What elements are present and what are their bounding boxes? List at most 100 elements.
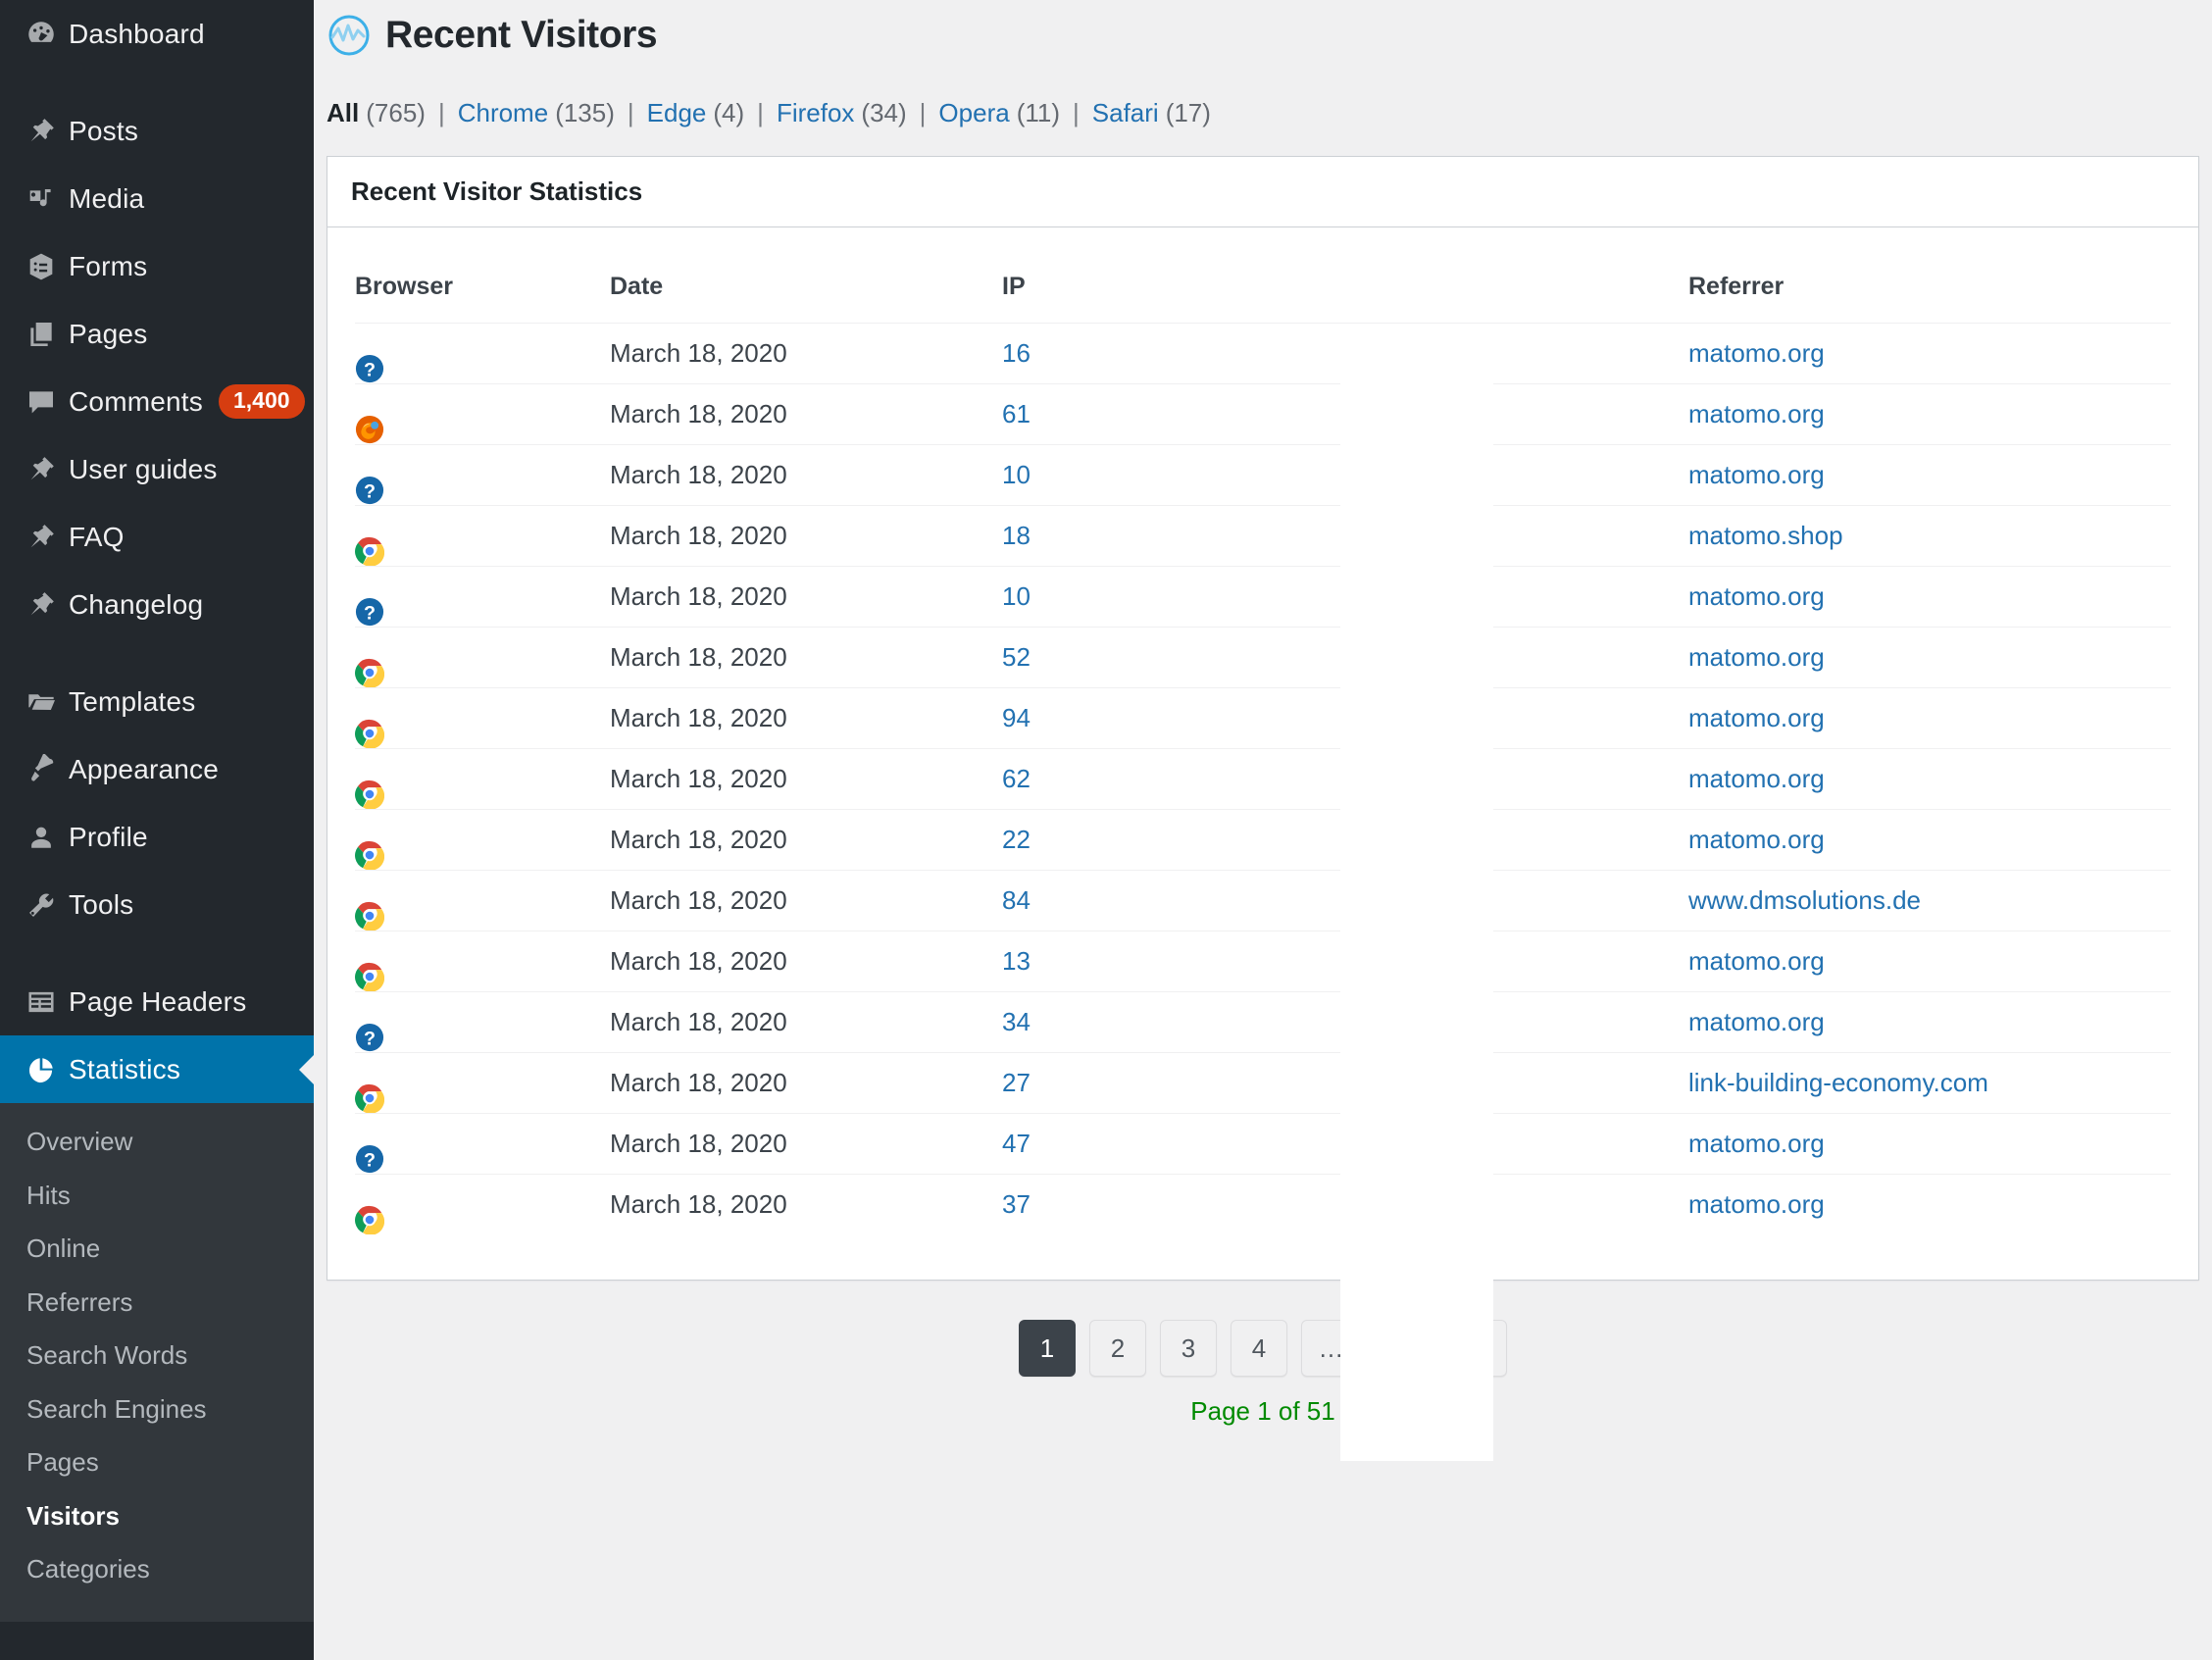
- sidebar-item-page-headers[interactable]: Page Headers: [0, 968, 314, 1035]
- sidebar-item-faq[interactable]: FAQ: [0, 503, 314, 571]
- filter-count: (4): [713, 98, 745, 127]
- filter-label[interactable]: Edge: [647, 98, 707, 127]
- pagination-page-3[interactable]: 3: [1160, 1320, 1217, 1377]
- sidebar-item-templates[interactable]: Templates: [0, 668, 314, 735]
- cell-ip: 37: [1002, 1174, 1375, 1234]
- referrer-link[interactable]: matomo.org: [1688, 460, 1825, 489]
- cell-browser: ?: [355, 444, 610, 506]
- ip-link[interactable]: 10: [1002, 460, 1031, 489]
- filter-chrome[interactable]: Chrome (135): [458, 98, 615, 128]
- ip-link[interactable]: 18: [1002, 521, 1031, 550]
- table-row: March 18, 2020 22 matomo.org: [355, 809, 2171, 871]
- submenu-item-categories[interactable]: Categories: [0, 1542, 314, 1596]
- referrer-link[interactable]: matomo.org: [1688, 399, 1825, 428]
- submenu-item-search-engines[interactable]: Search Engines: [0, 1383, 314, 1436]
- cell-browser: [355, 1052, 610, 1114]
- sidebar-item-posts[interactable]: Posts: [0, 97, 314, 165]
- sidebar-item-dashboard[interactable]: Dashboard: [0, 0, 314, 68]
- svg-text:?: ?: [364, 360, 376, 381]
- cell-referrer: matomo.org: [1688, 748, 2171, 810]
- referrer-link[interactable]: matomo.org: [1688, 642, 1825, 672]
- filter-label[interactable]: Opera: [938, 98, 1009, 127]
- submenu-item-search-words[interactable]: Search Words: [0, 1329, 314, 1383]
- sidebar-item-label: Comments: [69, 385, 203, 417]
- submenu-item-visitors[interactable]: Visitors: [0, 1489, 314, 1543]
- pagination-page-next[interactable]: »: [1450, 1320, 1507, 1377]
- referrer-link[interactable]: www.dmsolutions.de: [1688, 885, 1921, 915]
- filter-firefox[interactable]: Firefox (34): [777, 98, 907, 128]
- referrer-link[interactable]: matomo.shop: [1688, 521, 1843, 550]
- ip-link[interactable]: 16: [1002, 338, 1031, 368]
- ip-link[interactable]: 10: [1002, 581, 1031, 611]
- cell-ip: 10: [1002, 444, 1375, 506]
- ip-link[interactable]: 37: [1002, 1189, 1031, 1219]
- referrer-link[interactable]: matomo.org: [1688, 825, 1825, 854]
- referrer-link[interactable]: matomo.org: [1688, 581, 1825, 611]
- sidebar-item-changelog[interactable]: Changelog: [0, 571, 314, 638]
- referrer-link[interactable]: matomo.org: [1688, 338, 1825, 368]
- ip-link[interactable]: 34: [1002, 1007, 1031, 1036]
- referrer-link[interactable]: link-building-economy.com: [1688, 1068, 1988, 1097]
- ip-link[interactable]: 62: [1002, 764, 1031, 793]
- sidebar-item-statistics[interactable]: Statistics: [0, 1035, 314, 1103]
- filter-divider: |: [437, 98, 445, 127]
- filter-safari[interactable]: Safari (17): [1092, 98, 1211, 128]
- cell-date: March 18, 2020: [610, 991, 1002, 1053]
- sidebar-item-appearance[interactable]: Appearance: [0, 735, 314, 803]
- browser-filter-links: All (765) | Chrome (135) | Edge (4) | Firefox (34)…: [327, 98, 2212, 128]
- sidebar-item-forms[interactable]: Forms: [0, 232, 314, 300]
- cell-referrer: matomo.org: [1688, 444, 2171, 506]
- ip-link[interactable]: 27: [1002, 1068, 1031, 1097]
- table-row: March 18, 2020 94 matomo.org: [355, 687, 2171, 749]
- filter-opera[interactable]: Opera (11): [938, 98, 1060, 128]
- filter-all[interactable]: All (765): [327, 98, 426, 128]
- referrer-link[interactable]: matomo.org: [1688, 703, 1825, 732]
- pagination-page-4[interactable]: 4: [1231, 1320, 1287, 1377]
- firefox-icon: [355, 384, 610, 444]
- referrer-link[interactable]: matomo.org: [1688, 946, 1825, 976]
- cell-browser: [355, 748, 610, 810]
- ip-link[interactable]: 22: [1002, 825, 1031, 854]
- referrer-link[interactable]: matomo.org: [1688, 1129, 1825, 1158]
- sidebar-separator: [0, 938, 314, 968]
- referrer-link[interactable]: matomo.org: [1688, 1007, 1825, 1036]
- sidebar-item-pages[interactable]: Pages: [0, 300, 314, 368]
- unknown-browser-icon: ?: [355, 567, 610, 627]
- sidebar-item-media[interactable]: Media: [0, 165, 314, 232]
- sidebar-item-profile[interactable]: Profile: [0, 803, 314, 871]
- cell-referrer: matomo.org: [1688, 1174, 2171, 1234]
- cell-spacer: [1375, 566, 1688, 628]
- sidebar-item-user-guides[interactable]: User guides: [0, 435, 314, 503]
- submenu-item-hits[interactable]: Hits: [0, 1169, 314, 1223]
- filter-label[interactable]: Safari: [1092, 98, 1159, 127]
- filter-label[interactable]: All: [327, 98, 359, 127]
- cell-ip: 16: [1002, 323, 1375, 384]
- cell-referrer: matomo.org: [1688, 687, 2171, 749]
- ip-link[interactable]: 13: [1002, 946, 1031, 976]
- filter-label[interactable]: Chrome: [458, 98, 548, 127]
- submenu-item-pages[interactable]: Pages: [0, 1435, 314, 1489]
- sidebar-item-label: Posts: [69, 115, 139, 146]
- sidebar-item-tools[interactable]: Tools: [0, 871, 314, 938]
- pagination-page-2[interactable]: 2: [1089, 1320, 1146, 1377]
- pagination-page-1[interactable]: 1: [1019, 1320, 1076, 1377]
- pagination-note: Page 1 of 51: [1190, 1396, 1335, 1426]
- ip-link[interactable]: 61: [1002, 399, 1031, 428]
- table-row: March 18, 2020 62 matomo.org: [355, 748, 2171, 810]
- pagination-page-51[interactable]: 51: [1376, 1320, 1436, 1377]
- referrer-link[interactable]: matomo.org: [1688, 764, 1825, 793]
- pagination-page-dotsdotsdots[interactable]: ...: [1301, 1320, 1362, 1377]
- ip-link[interactable]: 47: [1002, 1129, 1031, 1158]
- filter-edge[interactable]: Edge (4): [647, 98, 745, 128]
- sidebar-item-comments[interactable]: Comments 1,400: [0, 368, 314, 435]
- cell-referrer: matomo.org: [1688, 991, 2171, 1053]
- ip-link[interactable]: 84: [1002, 885, 1031, 915]
- submenu-item-overview[interactable]: Overview: [0, 1115, 314, 1169]
- submenu-item-online[interactable]: Online: [0, 1222, 314, 1276]
- ip-link[interactable]: 94: [1002, 703, 1031, 732]
- ip-link[interactable]: 52: [1002, 642, 1031, 672]
- chrome-icon: [355, 506, 610, 566]
- submenu-item-referrers[interactable]: Referrers: [0, 1276, 314, 1330]
- filter-label[interactable]: Firefox: [777, 98, 854, 127]
- referrer-link[interactable]: matomo.org: [1688, 1189, 1825, 1219]
